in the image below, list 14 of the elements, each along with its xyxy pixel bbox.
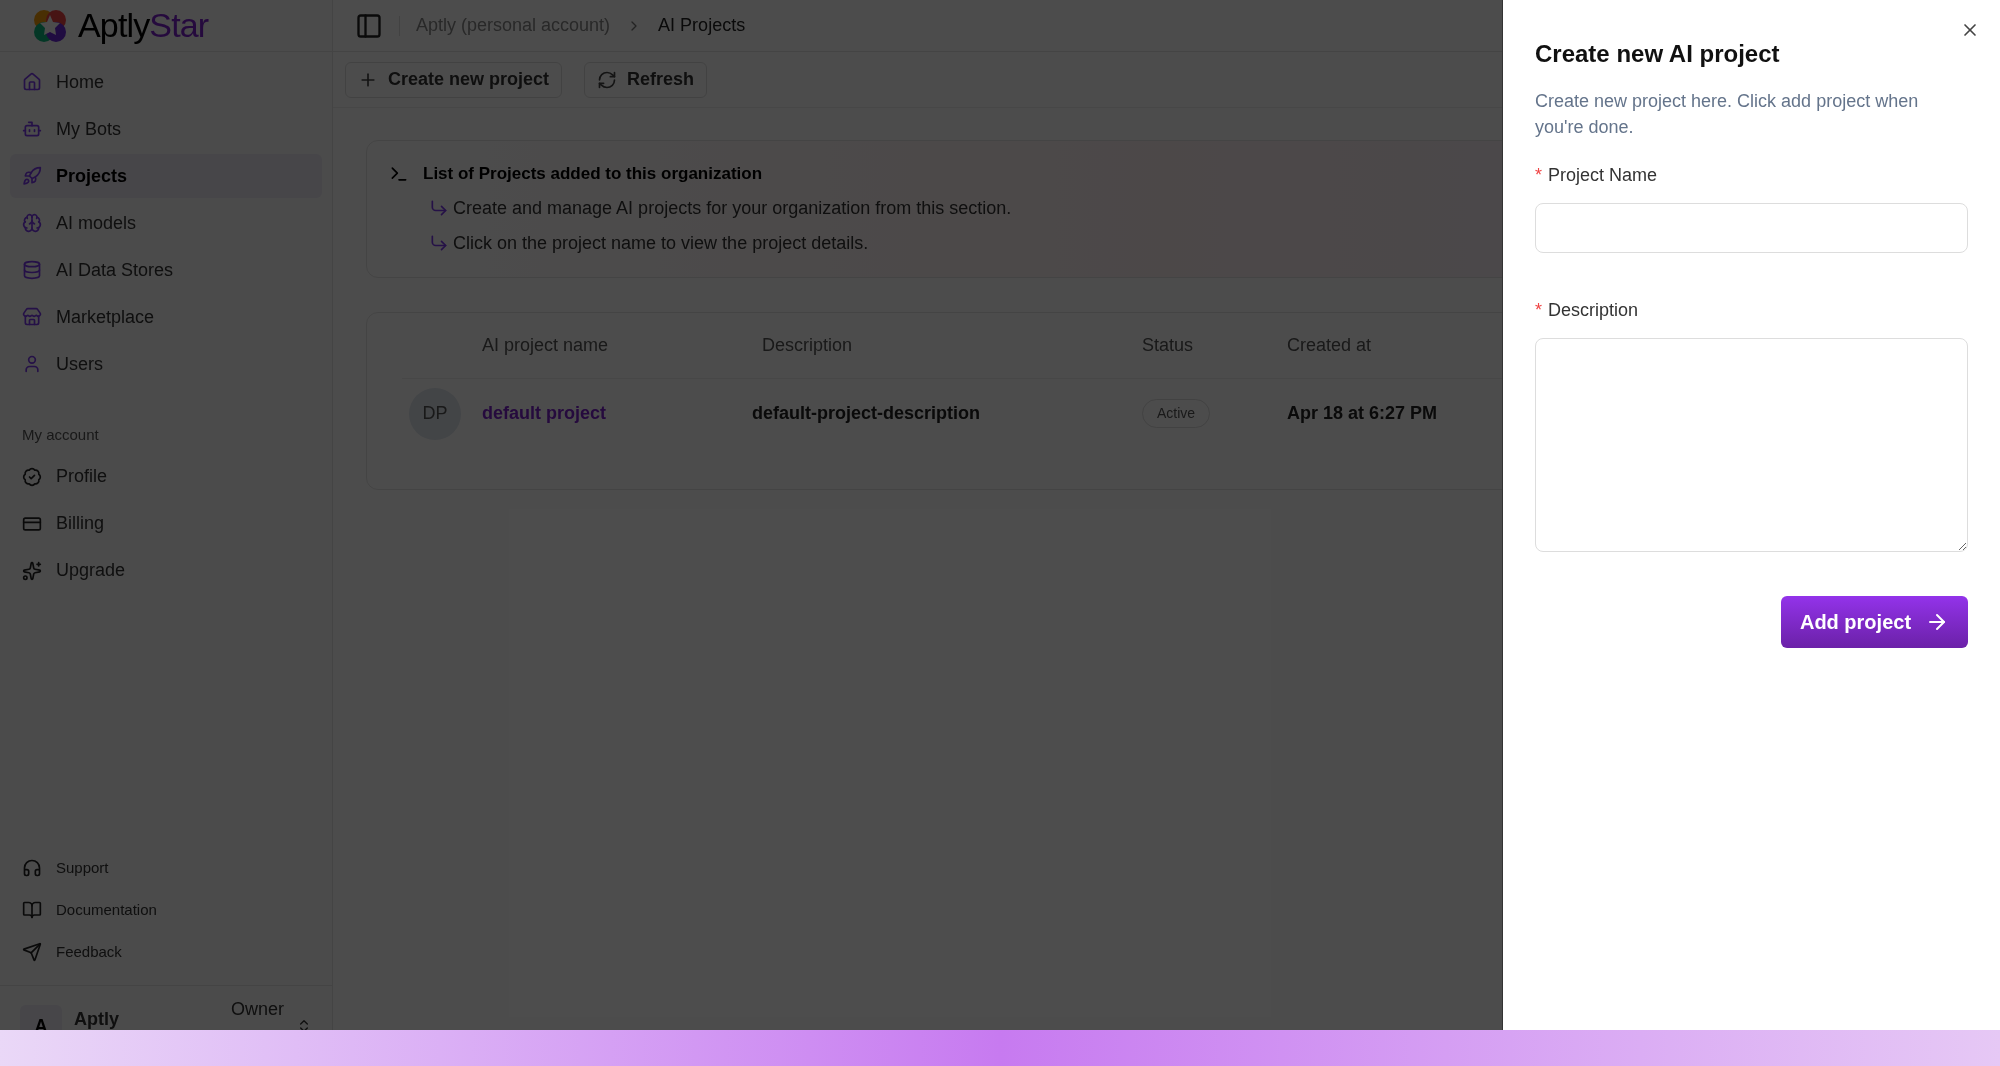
add-project-button[interactable]: Add project: [1781, 596, 1968, 648]
info-text: Create and manage AI projects for your organization from this section.: [453, 196, 1012, 220]
input-field[interactable]: [1535, 203, 1968, 253]
role-label: Owner: [231, 998, 284, 1021]
info-title: List of Projects added to this organization: [423, 163, 763, 185]
logo-text: AptlyStar: [78, 5, 209, 46]
field-label: * Description: [1535, 299, 1640, 322]
table-cell-text: default-project-description: [752, 402, 980, 425]
user-name: Aptly: [74, 1007, 120, 1031]
dialog-description: Create new project here. Click add project when you're done.: [1535, 90, 1920, 139]
dialog-title: Create new AI project: [1535, 39, 1781, 69]
info-text: Click on the project name to view the project details.: [453, 231, 869, 255]
table-cell-text: Apr 18 at 6:27 PM: [1287, 402, 1439, 425]
field-label: * Project Name: [1535, 164, 1659, 187]
